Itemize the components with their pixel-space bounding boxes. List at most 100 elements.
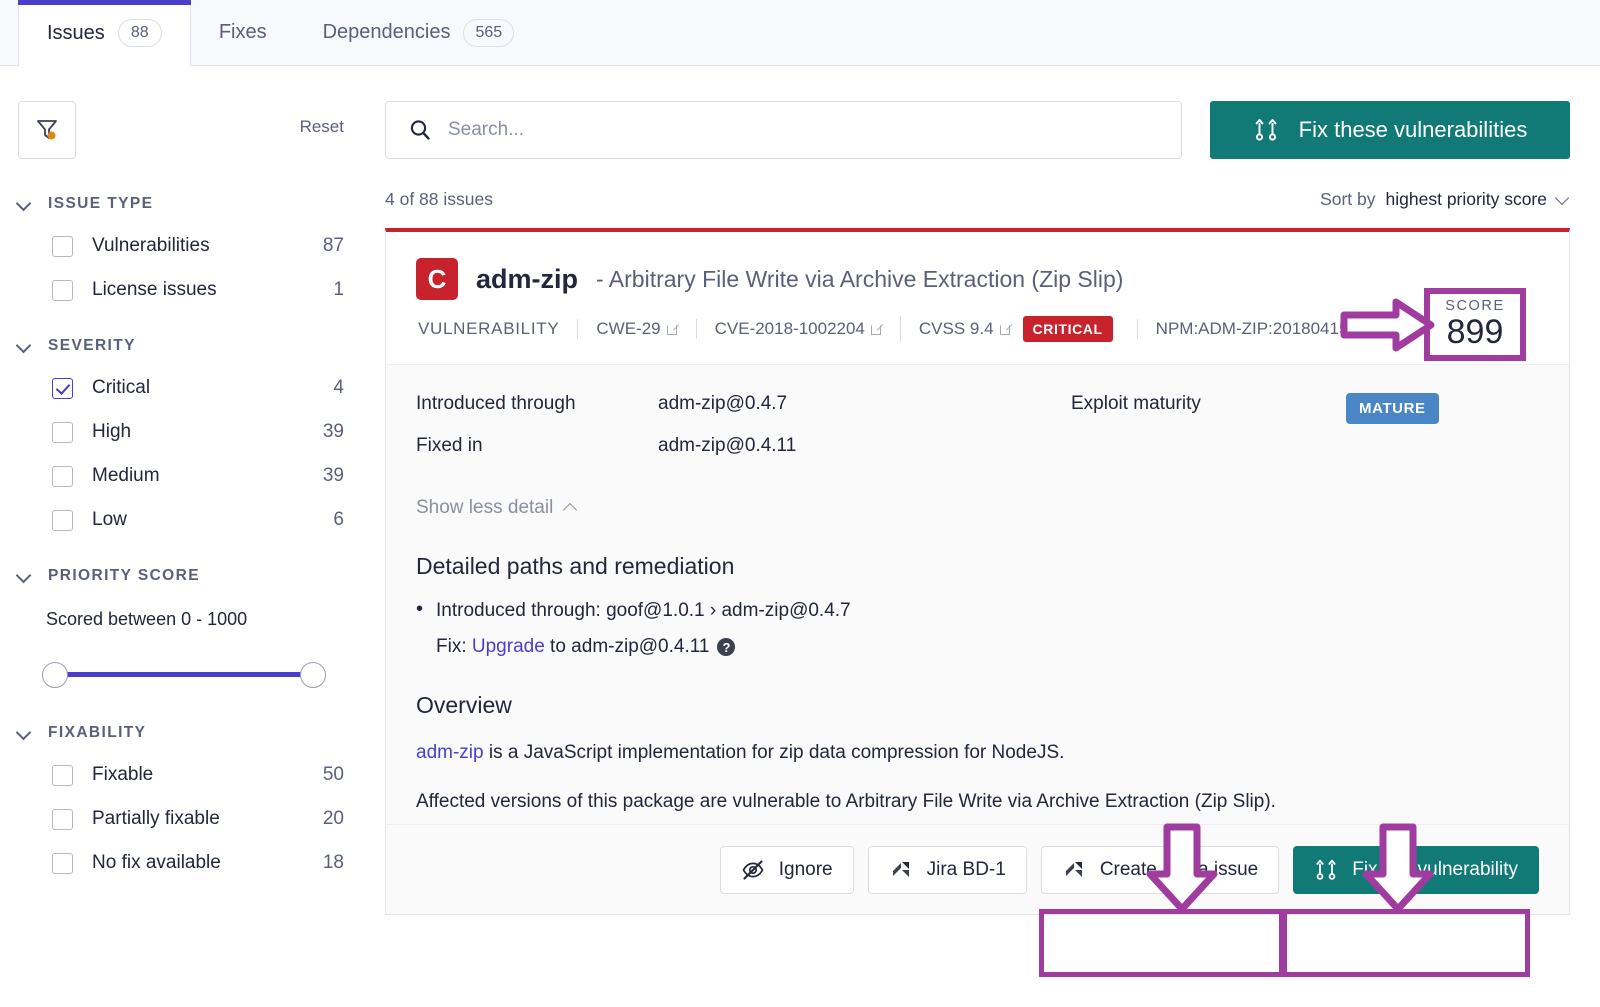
- pull-request-icon: [1314, 858, 1338, 882]
- sort-prefix-label: Sort by: [1320, 189, 1375, 210]
- filter-toggle-button[interactable]: [18, 101, 76, 159]
- cve-link[interactable]: CVE-2018-1002204: [696, 319, 900, 339]
- issue-card: C adm-zip - Arbitrary File Write via Arc…: [385, 228, 1570, 915]
- exploit-maturity-badge: MATURE: [1346, 393, 1439, 424]
- cvss-link[interactable]: CVSS 9.4 CRITICAL: [900, 316, 1137, 342]
- filter-option-fixable-count: 50: [323, 764, 344, 786]
- filter-option-low-label: Low: [92, 509, 333, 531]
- external-link-icon: [667, 324, 678, 335]
- filter-group-issue-type-title: ISSUE TYPE: [48, 195, 153, 213]
- checkbox-no-fix-available[interactable]: [52, 853, 73, 874]
- ignore-label: Ignore: [779, 859, 833, 881]
- remediation-path: Introduced through: goof@1.0.1 › adm-zip…: [416, 600, 1539, 622]
- create-jira-issue-button[interactable]: Create a Jira issue: [1041, 846, 1279, 894]
- reset-filters-link[interactable]: Reset: [300, 117, 344, 137]
- external-link-icon: [871, 324, 882, 335]
- filter-option-partially-fixable[interactable]: Partially fixable 20: [18, 808, 344, 830]
- priority-score-slider[interactable]: [42, 662, 326, 688]
- filter-option-medium[interactable]: Medium 39: [18, 465, 344, 487]
- checkbox-license-issues[interactable]: [52, 280, 73, 301]
- filter-option-critical-label: Critical: [92, 377, 333, 399]
- filter-option-vulnerabilities-count: 87: [323, 235, 344, 257]
- priority-score-range-text: Scored between 0 - 1000: [18, 609, 344, 630]
- chevron-down-icon: [18, 339, 32, 353]
- tab-fixes[interactable]: Fixes: [191, 0, 295, 65]
- ignore-button[interactable]: Ignore: [720, 846, 854, 894]
- issue-count-text: 4 of 88 issues: [385, 189, 493, 210]
- show-less-detail-toggle[interactable]: Show less detail: [416, 497, 1539, 519]
- filter-group-priority-score-header[interactable]: PRIORITY SCORE: [18, 567, 344, 585]
- filter-group-severity-title: SEVERITY: [48, 337, 136, 355]
- fix-these-vulnerabilities-button[interactable]: Fix these vulnerabilities: [1210, 101, 1570, 159]
- issue-summary-grid: Introduced through adm-zip@0.4.7 Fixed i…: [416, 393, 1539, 477]
- checkbox-low[interactable]: [52, 510, 73, 531]
- show-less-detail-label: Show less detail: [416, 497, 553, 519]
- issue-meta-row: VULNERABILITY CWE-29 CVE-2018-1002204 CV…: [416, 316, 1539, 342]
- slider-handle-max[interactable]: [300, 662, 326, 688]
- filter-option-partially-fixable-count: 20: [323, 808, 344, 830]
- issue-kind-label: VULNERABILITY: [418, 319, 577, 339]
- issue-package-name[interactable]: adm-zip: [476, 264, 578, 295]
- overview-line-2: Affected versions of this package are vu…: [416, 788, 1539, 817]
- filter-group-severity-header[interactable]: SEVERITY: [18, 337, 344, 355]
- jira-ticket-button[interactable]: Jira BD-1: [868, 846, 1027, 894]
- filter-option-no-fix-available[interactable]: No fix available 18: [18, 852, 344, 874]
- cwe-link[interactable]: CWE-29: [577, 319, 695, 339]
- filter-option-medium-label: Medium: [92, 465, 323, 487]
- filter-group-issue-type-header[interactable]: ISSUE TYPE: [18, 195, 344, 213]
- issue-summary-left: Introduced through adm-zip@0.4.7 Fixed i…: [416, 393, 1071, 477]
- fixed-in-value: adm-zip@0.4.11: [658, 435, 796, 457]
- filter-option-high-label: High: [92, 421, 323, 443]
- search-input[interactable]: Search...: [385, 101, 1182, 159]
- issue-card-body: Introduced through adm-zip@0.4.7 Fixed i…: [386, 364, 1569, 824]
- active-tab-indicator: [18, 0, 191, 5]
- filter-option-license-issues-count: 1: [333, 279, 344, 301]
- slider-handle-min[interactable]: [42, 662, 68, 688]
- filter-option-no-fix-available-label: No fix available: [92, 852, 323, 874]
- tab-issues[interactable]: Issues 88: [18, 0, 191, 66]
- filter-option-vulnerabilities[interactable]: Vulnerabilities 87: [18, 235, 344, 257]
- filter-option-fixable[interactable]: Fixable 50: [18, 764, 344, 786]
- issue-title-row: C adm-zip - Arbitrary File Write via Arc…: [416, 258, 1539, 300]
- exploit-maturity-label: Exploit maturity: [1071, 393, 1346, 424]
- filter-option-medium-count: 39: [323, 465, 344, 487]
- issue-card-actions: Ignore Jira BD-1 Cre: [386, 824, 1569, 914]
- overview-package-link[interactable]: adm-zip: [416, 742, 484, 763]
- checkbox-vulnerabilities[interactable]: [52, 236, 73, 257]
- checkbox-partially-fixable[interactable]: [52, 809, 73, 830]
- tab-dependencies[interactable]: Dependencies 565: [295, 0, 543, 65]
- checkbox-high[interactable]: [52, 422, 73, 443]
- checkbox-medium[interactable]: [52, 466, 73, 487]
- checkbox-fixable[interactable]: [52, 765, 73, 786]
- help-icon[interactable]: ?: [717, 638, 735, 656]
- filter-option-license-issues[interactable]: License issues 1: [18, 279, 344, 301]
- filter-option-high[interactable]: High 39: [18, 421, 344, 443]
- toolbar: Search... Fix these vulnerabilities: [380, 66, 1600, 159]
- filter-group-fixability-header[interactable]: FIXABILITY: [18, 724, 344, 742]
- pull-request-icon: [1253, 117, 1279, 143]
- issue-card-header: C adm-zip - Arbitrary File Write via Arc…: [386, 232, 1569, 364]
- tab-issues-count: 88: [118, 19, 162, 47]
- checkbox-critical[interactable]: [52, 378, 73, 399]
- filter-option-critical[interactable]: Critical 4: [18, 377, 344, 399]
- filters-sidebar: Reset ISSUE TYPE Vulnerabilities 87 Lice…: [0, 66, 380, 1007]
- fix-this-vulnerability-button[interactable]: Fix this vulnerability: [1293, 846, 1539, 894]
- package-id-link[interactable]: NPM:ADM-ZIP:20180415: [1137, 319, 1384, 339]
- filter-option-partially-fixable-label: Partially fixable: [92, 808, 323, 830]
- severity-indicator-critical: C: [416, 258, 458, 300]
- introduced-through-value[interactable]: adm-zip@0.4.7: [658, 393, 787, 415]
- filter-option-high-count: 39: [323, 421, 344, 443]
- tab-bar: Issues 88 Fixes Dependencies 565: [0, 0, 1600, 66]
- jira-icon: [889, 858, 913, 882]
- upgrade-link[interactable]: Upgrade: [472, 636, 545, 657]
- filter-option-low[interactable]: Low 6: [18, 509, 344, 531]
- exploit-maturity-row: Exploit maturity MATURE: [1071, 393, 1539, 424]
- filter-group-severity: SEVERITY Critical 4 High 39 Medium 39 Lo…: [18, 337, 344, 531]
- list-header: 4 of 88 issues Sort by highest priority …: [380, 159, 1600, 210]
- fix-these-vulnerabilities-label: Fix these vulnerabilities: [1299, 117, 1528, 143]
- slider-track: [56, 672, 312, 677]
- create-jira-issue-label: Create a Jira issue: [1100, 859, 1258, 881]
- filter-option-low-count: 6: [333, 509, 344, 531]
- sort-dropdown[interactable]: Sort by highest priority score: [1320, 189, 1570, 210]
- cwe-label: CWE-29: [596, 319, 660, 339]
